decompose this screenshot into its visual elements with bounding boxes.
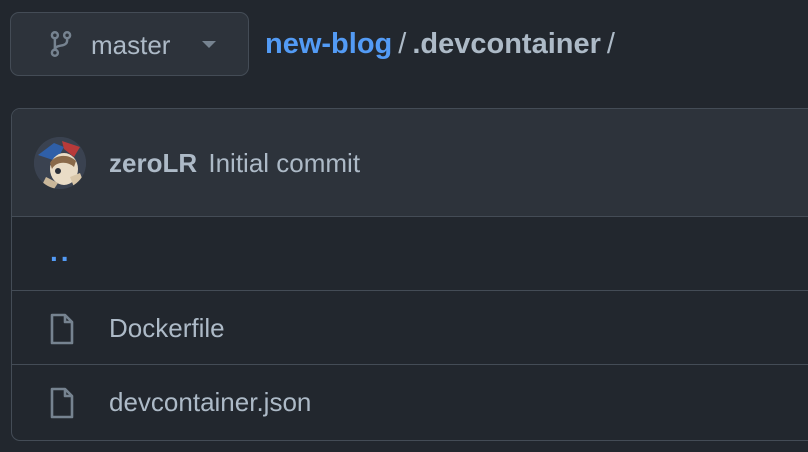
parent-directory-row[interactable]: .. — [12, 217, 808, 291]
breadcrumb-repo-link[interactable]: new-blog — [265, 28, 392, 60]
parent-directory-link[interactable]: .. — [50, 237, 72, 267]
latest-commit-row: zeroLR Initial commit — [12, 109, 808, 217]
breadcrumb-separator: / — [398, 28, 407, 60]
breadcrumb-current-folder: .devcontainer — [412, 28, 601, 60]
commit-author[interactable]: zeroLR — [109, 148, 197, 178]
branch-name: master — [91, 30, 171, 60]
list-item[interactable]: devcontainer.json — [12, 365, 808, 439]
file-icon — [50, 387, 74, 419]
commit-summary: zeroLR Initial commit — [109, 147, 360, 179]
avatar[interactable] — [34, 137, 86, 189]
commit-message[interactable]: Initial commit — [208, 148, 360, 178]
file-name[interactable]: devcontainer.json — [109, 386, 311, 418]
git-branch-icon — [50, 31, 72, 57]
branch-select-button[interactable]: master — [10, 12, 249, 76]
file-listing: zeroLR Initial commit .. Dockerfile devc… — [11, 108, 808, 441]
file-icon — [50, 313, 74, 345]
breadcrumb: new-blog / .devcontainer / — [265, 26, 621, 62]
repo-navigation-bar: master new-blog / .devcontainer / — [0, 0, 808, 90]
avatar-image — [34, 137, 86, 189]
file-name[interactable]: Dockerfile — [109, 312, 225, 344]
chevron-down-icon — [202, 41, 216, 48]
list-item[interactable]: Dockerfile — [12, 291, 808, 365]
breadcrumb-trailing-separator: / — [606, 28, 615, 60]
